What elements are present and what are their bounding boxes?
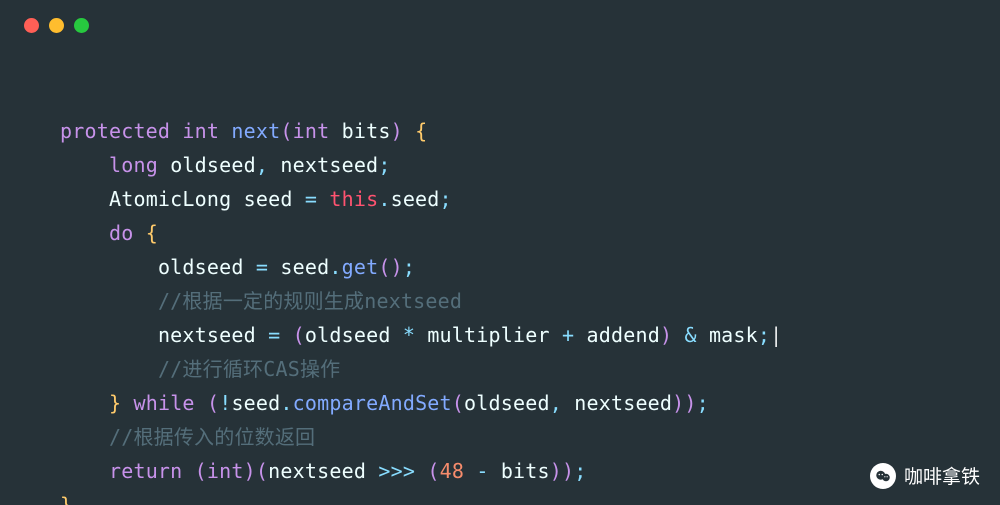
code-line: protected int next(int bits) { (60, 119, 427, 143)
code-editor-window: protected int next(int bits) { long olds… (0, 0, 1000, 505)
param-bits: bits (342, 119, 391, 143)
close-icon[interactable] (24, 18, 39, 33)
watermark: 咖啡拿铁 (870, 462, 980, 489)
keyword-return: return (109, 459, 182, 483)
type-int: int (207, 459, 244, 483)
code-block: protected int next(int bits) { long olds… (60, 80, 782, 505)
minimize-icon[interactable] (49, 18, 64, 33)
wechat-icon (870, 463, 896, 489)
type-long: long (109, 153, 158, 177)
method-next: next (231, 119, 280, 143)
keyword-this: this (329, 187, 378, 211)
window-traffic-lights (24, 18, 89, 33)
number-literal: 48 (440, 459, 464, 483)
method-compareandset: compareAndSet (293, 391, 452, 415)
keyword-while: while (133, 391, 194, 415)
zoom-icon[interactable] (74, 18, 89, 33)
type-int: int (293, 119, 330, 143)
method-get: get (342, 255, 379, 279)
code-line: AtomicLong seed = this.seed; (60, 187, 452, 211)
type-int: int (182, 119, 219, 143)
code-line: nextseed = (oldseed * multiplier + adden… (60, 323, 782, 347)
watermark-text: 咖啡拿铁 (904, 462, 980, 489)
code-line: return (int)(nextseed >>> (48 - bits)); (60, 459, 587, 483)
code-line: } (60, 493, 72, 505)
text-cursor: | (770, 323, 782, 347)
code-line: long oldseed, nextseed; (60, 153, 391, 177)
keyword-protected: protected (60, 119, 170, 143)
comment: //根据传入的位数返回 (109, 425, 315, 449)
type-atomiclong: AtomicLong (109, 187, 231, 211)
code-line: //进行循环CAS操作 (60, 357, 340, 381)
keyword-do: do (109, 221, 133, 245)
code-line: do { (60, 221, 158, 245)
comment: //根据一定的规则生成nextseed (158, 289, 462, 313)
code-line: } while (!seed.compareAndSet(oldseed, ne… (60, 391, 709, 415)
comment: //进行循环CAS操作 (158, 357, 340, 381)
code-line: //根据传入的位数返回 (60, 425, 315, 449)
code-line: //根据一定的规则生成nextseed (60, 289, 462, 313)
code-line: oldseed = seed.get(); (60, 255, 415, 279)
